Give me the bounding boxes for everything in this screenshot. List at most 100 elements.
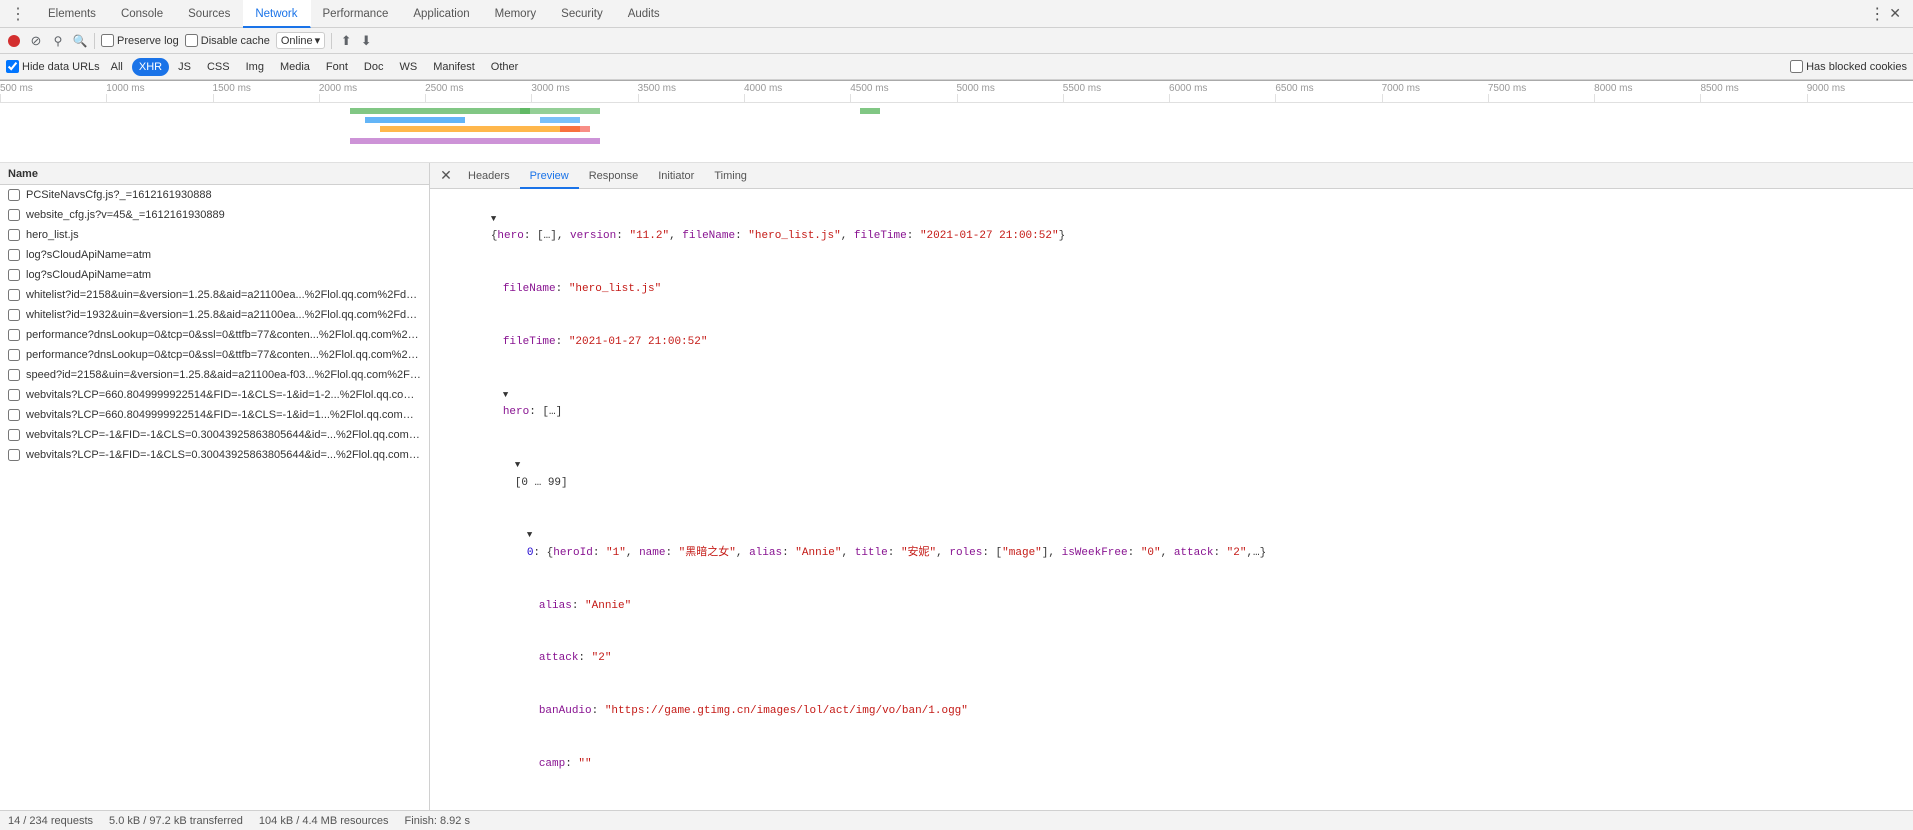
- preview-content[interactable]: {hero: […], version: "11.2", fileName: "…: [430, 189, 1913, 810]
- request-item[interactable]: performance?dnsLookup=0&tcp=0&ssl=0&ttfb…: [0, 325, 429, 345]
- hide-data-urls-label[interactable]: Hide data URLs: [6, 60, 100, 73]
- requests-list[interactable]: PCSiteNavsCfg.js?_=1612161930888website_…: [0, 185, 429, 810]
- request-checkbox[interactable]: [8, 429, 20, 441]
- dock-icon[interactable]: ⋮: [1869, 4, 1885, 24]
- preserve-log-label[interactable]: Preserve log: [101, 34, 179, 47]
- request-checkbox[interactable]: [8, 369, 20, 381]
- request-item[interactable]: log?sCloudApiName=atm: [0, 265, 429, 285]
- filter-chip-css[interactable]: CSS: [200, 58, 237, 76]
- request-checkbox[interactable]: [8, 209, 20, 221]
- filter-chip-all[interactable]: All: [104, 58, 130, 76]
- request-checkbox[interactable]: [8, 389, 20, 401]
- root-expand[interactable]: [491, 213, 498, 225]
- tab-performance[interactable]: Performance: [311, 0, 402, 28]
- search-button[interactable]: 🔍: [72, 33, 88, 49]
- request-item[interactable]: performance?dnsLookup=0&tcp=0&ssl=0&ttfb…: [0, 345, 429, 365]
- devtools-menu-icon[interactable]: ⋮: [10, 4, 26, 24]
- request-item[interactable]: webvitals?LCP=660.8049999922514&FID=-1&C…: [0, 405, 429, 425]
- filter-icon: ⚲: [54, 34, 63, 48]
- upload-icon: ⬆: [341, 33, 352, 49]
- disable-cache-label[interactable]: Disable cache: [185, 34, 270, 47]
- ban-audio-line: banAudio: "https://game.gtimg.cn/images/…: [438, 686, 1905, 739]
- timeline-tick: 5500 ms: [1063, 83, 1101, 94]
- request-checkbox[interactable]: [8, 329, 20, 341]
- request-name: whitelist?id=2158&uin=&version=1.25.8&ai…: [26, 289, 421, 301]
- request-checkbox[interactable]: [8, 229, 20, 241]
- timeline-tick-line: [744, 94, 745, 102]
- request-item[interactable]: whitelist?id=1932&uin=&version=1.25.8&ai…: [0, 305, 429, 325]
- filter-bar: Hide data URLs AllXHRJSCSSImgMediaFontDo…: [0, 54, 1913, 80]
- waterfall-bar-purple: [350, 138, 600, 144]
- request-name: speed?id=2158&uin=&version=1.25.8&aid=a2…: [26, 369, 421, 381]
- request-checkbox[interactable]: [8, 249, 20, 261]
- filter-chip-js[interactable]: JS: [171, 58, 198, 76]
- request-checkbox[interactable]: [8, 309, 20, 321]
- filter-chip-media[interactable]: Media: [273, 58, 317, 76]
- request-name: webvitals?LCP=-1&FID=-1&CLS=0.3004392586…: [26, 449, 421, 461]
- filter-chip-xhr[interactable]: XHR: [132, 58, 169, 76]
- request-checkbox[interactable]: [8, 189, 20, 201]
- upload-button[interactable]: ⬆: [338, 33, 354, 49]
- request-item[interactable]: webvitals?LCP=-1&FID=-1&CLS=0.3004392586…: [0, 445, 429, 465]
- hero-0-expand[interactable]: [527, 529, 534, 541]
- timeline-tick-line: [957, 94, 958, 102]
- timeline-tick-line: [1488, 94, 1489, 102]
- tab-initiator[interactable]: Initiator: [648, 163, 704, 189]
- chevron-down-icon: ▾: [315, 34, 321, 47]
- array-range-expand[interactable]: [515, 459, 522, 471]
- request-checkbox[interactable]: [8, 449, 20, 461]
- toolbar-divider-1: [94, 33, 95, 49]
- tab-memory[interactable]: Memory: [483, 0, 550, 28]
- tab-timing[interactable]: Timing: [704, 163, 757, 189]
- record-button[interactable]: [6, 33, 22, 49]
- filter-chip-img[interactable]: Img: [239, 58, 271, 76]
- request-item[interactable]: webvitals?LCP=660.8049999922514&FID=-1&C…: [0, 385, 429, 405]
- waterfall-bar-green2: [520, 108, 600, 114]
- download-button[interactable]: ⬇: [358, 33, 374, 49]
- attack-line: attack: "2": [438, 633, 1905, 686]
- network-condition-select[interactable]: Online ▾: [276, 32, 325, 49]
- filter-chip-other[interactable]: Other: [484, 58, 526, 76]
- filter-button[interactable]: ⚲: [50, 33, 66, 49]
- disable-cache-text: Disable cache: [201, 35, 270, 47]
- request-item[interactable]: hero_list.js: [0, 225, 429, 245]
- request-checkbox[interactable]: [8, 269, 20, 281]
- tab-headers[interactable]: Headers: [458, 163, 520, 189]
- request-item[interactable]: website_cfg.js?v=45&_=1612161930889: [0, 205, 429, 225]
- has-blocked-cookies-label[interactable]: Has blocked cookies: [1790, 60, 1907, 73]
- tab-network[interactable]: Network: [243, 0, 310, 28]
- request-item[interactable]: webvitals?LCP=-1&FID=-1&CLS=0.3004392586…: [0, 425, 429, 445]
- timeline-tick: 8000 ms: [1594, 83, 1632, 94]
- request-item[interactable]: log?sCloudApiName=atm: [0, 245, 429, 265]
- has-blocked-cookies-checkbox[interactable]: [1790, 60, 1803, 73]
- tab-security[interactable]: Security: [549, 0, 616, 28]
- tab-audits[interactable]: Audits: [616, 0, 673, 28]
- details-close-button[interactable]: ✕: [438, 168, 454, 184]
- request-item[interactable]: speed?id=2158&uin=&version=1.25.8&aid=a2…: [0, 365, 429, 385]
- tab-elements[interactable]: Elements: [36, 0, 109, 28]
- preserve-log-checkbox[interactable]: [101, 34, 114, 47]
- hero-expand[interactable]: [503, 389, 510, 401]
- request-checkbox[interactable]: [8, 349, 20, 361]
- download-icon: ⬇: [361, 33, 372, 49]
- request-checkbox[interactable]: [8, 289, 20, 301]
- tab-console[interactable]: Console: [109, 0, 176, 28]
- timeline-tick-line: [425, 94, 426, 102]
- tab-response[interactable]: Response: [579, 163, 649, 189]
- request-item[interactable]: whitelist?id=2158&uin=&version=1.25.8&ai…: [0, 285, 429, 305]
- hide-data-urls-checkbox[interactable]: [6, 60, 19, 73]
- hide-data-urls-text: Hide data URLs: [22, 61, 100, 73]
- tab-preview[interactable]: Preview: [520, 163, 579, 189]
- request-checkbox[interactable]: [8, 409, 20, 421]
- filter-chip-font[interactable]: Font: [319, 58, 355, 76]
- timeline-tick: 5000 ms: [957, 83, 995, 94]
- filter-chip-doc[interactable]: Doc: [357, 58, 391, 76]
- disable-cache-checkbox[interactable]: [185, 34, 198, 47]
- settings-icon[interactable]: ✕: [1889, 5, 1901, 22]
- refresh-button[interactable]: ⊘: [28, 33, 44, 49]
- request-item[interactable]: PCSiteNavsCfg.js?_=1612161930888: [0, 185, 429, 205]
- tab-sources[interactable]: Sources: [176, 0, 243, 28]
- tab-application[interactable]: Application: [401, 0, 482, 28]
- filter-chip-ws[interactable]: WS: [392, 58, 424, 76]
- filter-chip-manifest[interactable]: Manifest: [426, 58, 482, 76]
